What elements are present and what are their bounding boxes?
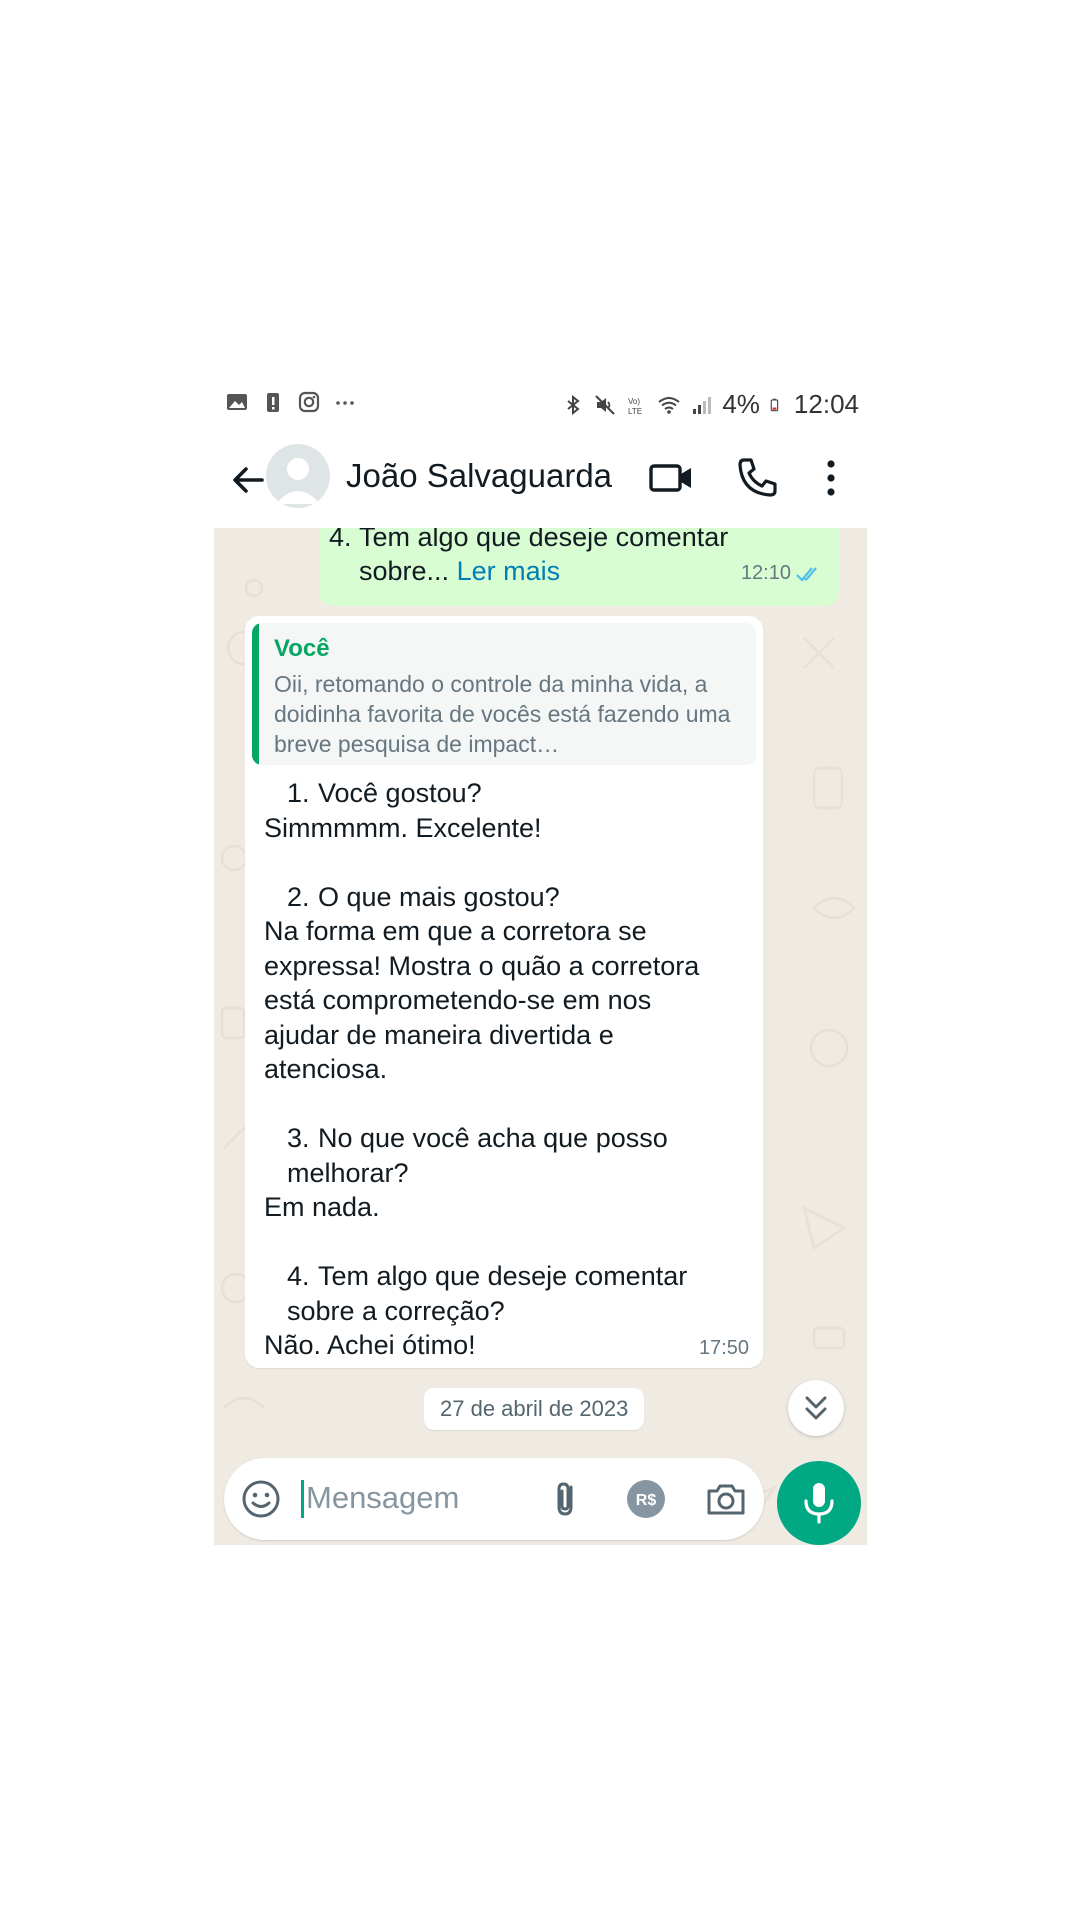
default-avatar-icon (276, 458, 320, 504)
date-separator: 27 de abril de 2023 (424, 1388, 645, 1430)
video-call-icon[interactable] (646, 453, 696, 503)
instagram-icon (298, 391, 320, 413)
quote-accent-bar (252, 623, 259, 765)
question-1: 1. Você gostou? (287, 778, 482, 808)
scroll-to-bottom-button[interactable] (788, 1380, 844, 1436)
battery-icon (770, 398, 779, 411)
double-check-read-icon (796, 567, 817, 582)
question-2: 2. O que mais gostou? (287, 881, 560, 912)
signal-icon (693, 396, 712, 414)
message-composer: R$ (224, 1458, 764, 1540)
answer-4: Não. Achei ótimo! (264, 1330, 476, 1360)
avatar[interactable] (266, 444, 330, 508)
battery-percent: 4% (722, 389, 760, 419)
volte-icon: Vo)LTE (628, 397, 642, 416)
answer-1: Simmmmm. Excelente! (264, 812, 542, 843)
svg-text:Vo): Vo) (628, 397, 640, 406)
answer-2-line: Na forma em que a corretora se (264, 916, 647, 946)
message-timestamp: 12:10 (740, 562, 791, 584)
message-input[interactable] (306, 1476, 496, 1520)
quote-author: Você (274, 635, 330, 662)
answer-2-line: atenciosa. (264, 1054, 388, 1084)
double-chevron-down-icon (805, 1396, 827, 1420)
system-icons: Vo) LTE 4% 12:04 (562, 389, 859, 420)
outgoing-truncated-text: sobre... (359, 556, 450, 586)
more-dots-icon (336, 401, 354, 405)
outgoing-line-1: Tem algo que deseje comentar (359, 528, 729, 552)
clock: 12:04 (793, 389, 859, 419)
bluetooth-icon (567, 394, 580, 415)
outgoing-line-2: sobre... Ler mais (359, 554, 728, 588)
message-timestamp: 17:50 (698, 1337, 749, 1359)
incoming-message-bubble[interactable]: Você Oii, retomando o controle da minha … (245, 616, 763, 1368)
phone-call-icon[interactable] (732, 453, 782, 503)
mute-icon (595, 394, 616, 415)
emoji-icon[interactable] (240, 1478, 282, 1520)
wifi-icon (658, 396, 680, 414)
text-cursor (301, 1480, 304, 1518)
question-4-cont: sobre a correção? (287, 1295, 505, 1326)
attach-icon[interactable] (544, 1477, 588, 1521)
quote-text: Oii, retomando o controle da minha vida,… (274, 671, 731, 757)
notification-icons (226, 391, 356, 413)
contact-name[interactable]: João Salvaguarda (346, 457, 612, 495)
more-vertical-icon[interactable] (806, 453, 856, 503)
svg-text:LTE: LTE (628, 407, 642, 416)
camera-icon[interactable] (704, 1477, 748, 1521)
read-more-link[interactable]: Ler mais (457, 556, 561, 586)
chat-area[interactable]: 4. Tem algo que deseje comentar sobre...… (214, 528, 867, 1545)
outgoing-message-text: 4. Tem algo que deseje comentar sobre...… (329, 528, 729, 588)
incoming-message-text: 1. Você gostou? Simmmmm. Excelente! 2. O q… (264, 776, 754, 1363)
answer-2-line: expressa! Mostra o quão a corretora (264, 950, 700, 981)
question-4: 4. Tem algo que deseje comentar (287, 1261, 688, 1291)
gallery-icon (227, 394, 247, 410)
answer-3: Em nada. (264, 1192, 380, 1222)
alert-battery-icon (267, 393, 279, 412)
payment-icon[interactable]: R$ (624, 1477, 668, 1521)
phone-screen: Vo) LTE 4% 12:04 João Salvaguarda 4. Tem… (214, 383, 867, 1545)
question-3-cont: melhorar? (287, 1157, 409, 1188)
mic-icon (804, 1483, 834, 1524)
list-number: 4. (329, 528, 352, 552)
status-bar: Vo) LTE 4% 12:04 (214, 383, 867, 433)
question-3: 3. No que você acha que posso (287, 1123, 668, 1153)
mic-button[interactable] (777, 1461, 861, 1545)
svg-text:R$: R$ (636, 1492, 657, 1509)
chat-header: João Salvaguarda (214, 433, 867, 528)
answer-2-line: está comprometendo-se em nos (264, 985, 652, 1015)
quoted-message[interactable]: Você Oii, retomando o controle da minha … (252, 623, 756, 765)
answer-2-line: ajudar de maneira divertida e (264, 1019, 614, 1050)
outgoing-message-bubble[interactable]: 4. Tem algo que deseje comentar sobre...… (319, 528, 839, 606)
